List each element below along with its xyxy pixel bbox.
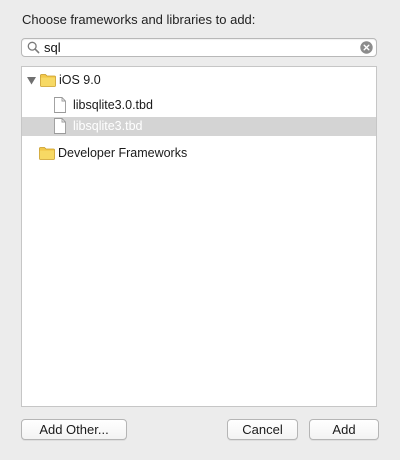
tree-group-ios[interactable]: iOS 9.0 <box>22 71 376 90</box>
search-input[interactable] <box>44 39 354 56</box>
frameworks-list[interactable]: iOS 9.0 libsqlite3.0.tbd libsqlite3.tbd … <box>21 66 377 407</box>
document-icon <box>54 97 66 113</box>
dialog-heading: Choose frameworks and libraries to add: <box>22 12 256 27</box>
tree-group-developer-frameworks[interactable]: Developer Frameworks <box>22 144 376 163</box>
search-field[interactable] <box>21 38 377 57</box>
folder-icon <box>39 147 55 160</box>
add-button[interactable]: Add <box>309 419 379 440</box>
disclosure-triangle-expanded-icon[interactable] <box>27 76 36 85</box>
tree-item-label: libsqlite3.tbd <box>73 119 143 133</box>
tree-group-label: Developer Frameworks <box>58 146 188 160</box>
tree-item-label: libsqlite3.0.tbd <box>73 98 153 112</box>
search-icon <box>27 41 40 54</box>
document-icon <box>54 118 66 134</box>
folder-icon <box>40 74 56 87</box>
add-other-button[interactable]: Add Other... <box>21 419 127 440</box>
tree-group-label: iOS 9.0 <box>59 73 101 87</box>
tree-item-libsqlite3-0[interactable]: libsqlite3.0.tbd <box>22 96 376 115</box>
cancel-button[interactable]: Cancel <box>227 419 298 440</box>
clear-search-icon[interactable] <box>360 41 373 54</box>
tree-item-libsqlite3-selected[interactable]: libsqlite3.tbd <box>22 117 376 136</box>
